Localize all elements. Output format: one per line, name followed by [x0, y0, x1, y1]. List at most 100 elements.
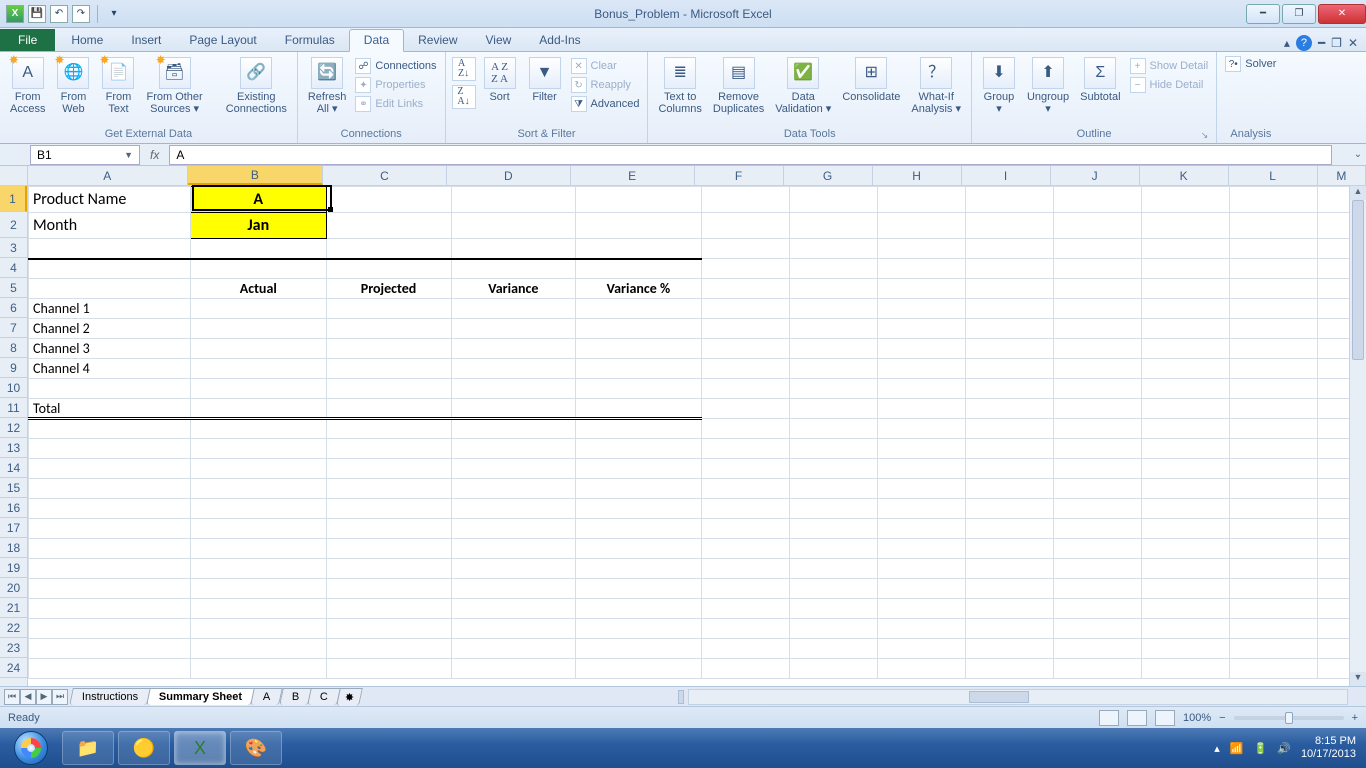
group-button[interactable]: ⬇Group ▾	[978, 55, 1020, 117]
cell-L21[interactable]	[1229, 599, 1317, 619]
cell-H6[interactable]	[877, 299, 965, 319]
cell-F5[interactable]	[701, 279, 789, 299]
mdi-minimize-icon[interactable]: ━	[1318, 36, 1325, 50]
cell-D21[interactable]	[451, 599, 576, 619]
cell-L2[interactable]	[1229, 213, 1317, 239]
cell-J17[interactable]	[1053, 519, 1141, 539]
cell-B14[interactable]	[191, 459, 327, 479]
cell-A4[interactable]	[29, 259, 191, 279]
cell-H24[interactable]	[877, 659, 965, 679]
cell-G9[interactable]	[789, 359, 877, 379]
cell-F24[interactable]	[701, 659, 789, 679]
cell-B3[interactable]	[191, 239, 327, 259]
cell-B16[interactable]	[191, 499, 327, 519]
cell-H17[interactable]	[877, 519, 965, 539]
cell-A6[interactable]: Channel 1	[29, 299, 191, 319]
cell-L14[interactable]	[1229, 459, 1317, 479]
cell-C3[interactable]	[326, 239, 451, 259]
connections-button[interactable]: ☍Connections	[353, 57, 438, 75]
cell-F16[interactable]	[701, 499, 789, 519]
whatif-button[interactable]: ？What-If Analysis ▾	[907, 55, 965, 117]
cell-A13[interactable]	[29, 439, 191, 459]
cell-D22[interactable]	[451, 619, 576, 639]
cell-A2[interactable]: Month	[29, 213, 191, 239]
cell-F11[interactable]	[701, 399, 789, 419]
row-header-14[interactable]: 14	[0, 458, 27, 478]
cell-I20[interactable]	[965, 579, 1053, 599]
cell-A17[interactable]	[29, 519, 191, 539]
cell-L24[interactable]	[1229, 659, 1317, 679]
cell-G22[interactable]	[789, 619, 877, 639]
cell-A10[interactable]	[29, 379, 191, 399]
cell-D20[interactable]	[451, 579, 576, 599]
cell-G4[interactable]	[789, 259, 877, 279]
cell-B10[interactable]	[191, 379, 327, 399]
col-header-B[interactable]: B	[188, 166, 323, 185]
col-header-M[interactable]: M	[1318, 166, 1366, 185]
clock[interactable]: 8:15 PM10/17/2013	[1301, 735, 1356, 760]
sheet-tab-summary-sheet[interactable]: Summary Sheet	[146, 688, 255, 705]
start-button[interactable]	[4, 729, 58, 767]
cell-K3[interactable]	[1141, 239, 1229, 259]
col-header-G[interactable]: G	[784, 166, 873, 185]
cell-J1[interactable]	[1053, 187, 1141, 213]
existing-connections-button[interactable]: 🔗Existing Connections	[222, 55, 291, 117]
cell-K13[interactable]	[1141, 439, 1229, 459]
cell-H16[interactable]	[877, 499, 965, 519]
cell-I21[interactable]	[965, 599, 1053, 619]
cell-B1[interactable]: A	[191, 187, 327, 213]
battery-icon[interactable]: 🔋	[1254, 742, 1268, 755]
taskbar-chrome[interactable]: 🟡	[118, 731, 170, 765]
row-header-16[interactable]: 16	[0, 498, 27, 518]
cell-A21[interactable]	[29, 599, 191, 619]
select-all-corner[interactable]	[0, 166, 27, 186]
cell-F20[interactable]	[701, 579, 789, 599]
tab-formulas[interactable]: Formulas	[271, 30, 349, 51]
redo-icon[interactable]: ↷	[72, 5, 90, 23]
cell-F7[interactable]	[701, 319, 789, 339]
cell-C23[interactable]	[326, 639, 451, 659]
cell-I9[interactable]	[965, 359, 1053, 379]
cell-J6[interactable]	[1053, 299, 1141, 319]
cell-B4[interactable]	[191, 259, 327, 279]
cell-J12[interactable]	[1053, 419, 1141, 439]
row-header-13[interactable]: 13	[0, 438, 27, 458]
tab-nav[interactable]: ⏮◀▶⏭	[0, 689, 72, 705]
first-tab-icon[interactable]: ⏮	[4, 689, 20, 705]
cell-G16[interactable]	[789, 499, 877, 519]
cell-F13[interactable]	[701, 439, 789, 459]
from-text-button[interactable]: 📄From Text	[97, 55, 139, 117]
cell-J5[interactable]	[1053, 279, 1141, 299]
cell-K4[interactable]	[1141, 259, 1229, 279]
col-header-F[interactable]: F	[695, 166, 784, 185]
cell-F2[interactable]	[701, 213, 789, 239]
taskbar-excel[interactable]: X	[174, 731, 226, 765]
cell-D16[interactable]	[451, 499, 576, 519]
cell-C7[interactable]	[326, 319, 451, 339]
cell-L16[interactable]	[1229, 499, 1317, 519]
group-label[interactable]: Outline	[978, 127, 1210, 142]
undo-icon[interactable]: ↶	[50, 5, 68, 23]
cell-J14[interactable]	[1053, 459, 1141, 479]
cell-L3[interactable]	[1229, 239, 1317, 259]
cell-H5[interactable]	[877, 279, 965, 299]
cell-A19[interactable]	[29, 559, 191, 579]
cell-E16[interactable]	[576, 499, 701, 519]
cell-I16[interactable]	[965, 499, 1053, 519]
cell-F4[interactable]	[701, 259, 789, 279]
cell-I1[interactable]	[965, 187, 1053, 213]
row-header-24[interactable]: 24	[0, 658, 27, 678]
cell-B8[interactable]	[191, 339, 327, 359]
cell-C1[interactable]	[326, 187, 451, 213]
consolidate-button[interactable]: ⊞Consolidate	[838, 55, 904, 105]
page-break-view-button[interactable]	[1155, 710, 1175, 726]
cell-G6[interactable]	[789, 299, 877, 319]
cell-B13[interactable]	[191, 439, 327, 459]
row-header-11[interactable]: 11	[0, 398, 27, 418]
cell-D14[interactable]	[451, 459, 576, 479]
cell-B11[interactable]	[191, 399, 327, 419]
row-header-17[interactable]: 17	[0, 518, 27, 538]
maximize-button[interactable]: ❐	[1282, 4, 1316, 24]
cell-B6[interactable]	[191, 299, 327, 319]
cell-D12[interactable]	[451, 419, 576, 439]
